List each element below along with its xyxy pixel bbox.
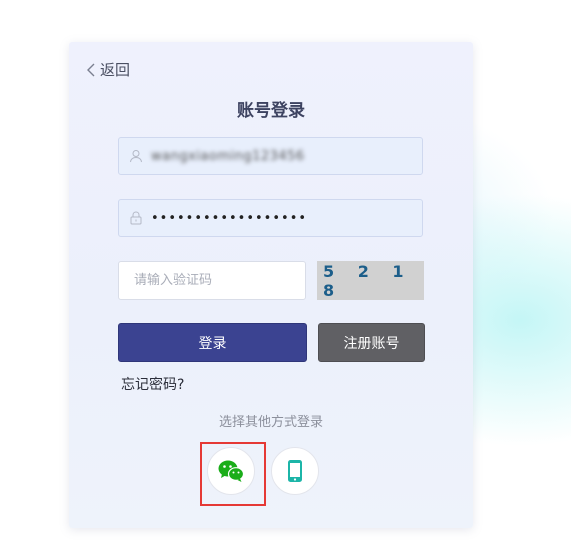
- mobile-phone-icon: [288, 460, 302, 482]
- lock-icon: [129, 211, 143, 225]
- page-title: 账号登录: [237, 101, 305, 121]
- login-button[interactable]: 登录: [118, 323, 307, 362]
- user-icon: [129, 149, 143, 163]
- username-value: wangxiaoming123456: [151, 148, 305, 164]
- login-card: 返回 账号登录 wangxiaoming123456 •••••••••••••…: [69, 42, 473, 528]
- wechat-login-button[interactable]: [207, 447, 255, 495]
- chevron-left-icon: [87, 63, 95, 76]
- captcha-input[interactable]: [118, 261, 306, 300]
- back-link[interactable]: 返回: [86, 59, 130, 80]
- forgot-password-link[interactable]: 忘记密码?: [121, 374, 184, 394]
- username-field[interactable]: wangxiaoming123456: [118, 137, 423, 175]
- back-label: 返回: [100, 61, 131, 79]
- captcha-image[interactable]: 5 2 1 8: [317, 261, 424, 300]
- other-login-label: 选择其他方式登录: [218, 415, 323, 430]
- password-value: ••••••••••••••••••: [151, 210, 308, 226]
- wechat-icon: [218, 460, 245, 482]
- register-button[interactable]: 注册账号: [318, 323, 425, 362]
- password-field[interactable]: ••••••••••••••••••: [118, 199, 423, 237]
- phone-login-button[interactable]: [271, 447, 319, 495]
